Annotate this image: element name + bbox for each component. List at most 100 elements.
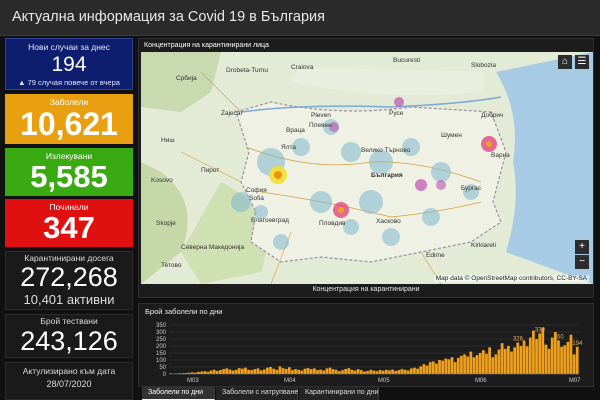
- chart-bar[interactable]: [200, 371, 204, 374]
- chart-bar[interactable]: [419, 366, 423, 374]
- chart-bar[interactable]: [240, 368, 244, 374]
- chart-bar[interactable]: [469, 351, 473, 374]
- chart-bar[interactable]: [406, 370, 410, 375]
- chart-bar[interactable]: [497, 349, 501, 375]
- chart-bar[interactable]: [300, 370, 304, 375]
- chart-bar[interactable]: [572, 354, 576, 374]
- chart-bar[interactable]: [294, 369, 297, 374]
- chart-bar[interactable]: [535, 339, 538, 374]
- chart-bar[interactable]: [413, 367, 416, 374]
- chart-bar[interactable]: [306, 368, 310, 374]
- chart-bar[interactable]: [363, 371, 366, 374]
- map-canvas[interactable]: Србија Bucuresti България Pleven Враца Р…: [141, 52, 593, 284]
- chart-bar[interactable]: [444, 358, 448, 374]
- chart-bar[interactable]: [344, 368, 347, 374]
- chart-bar[interactable]: [253, 369, 257, 374]
- chart-bar[interactable]: [372, 370, 376, 375]
- chart-bar[interactable]: [334, 369, 338, 374]
- chart-bar[interactable]: [438, 360, 441, 374]
- chart-bar[interactable]: [303, 368, 307, 374]
- chart-bar[interactable]: [425, 365, 429, 374]
- chart-bar[interactable]: [403, 369, 407, 374]
- chart-bar[interactable]: [322, 370, 326, 375]
- chart-bar[interactable]: [297, 369, 301, 374]
- chart-bar[interactable]: [560, 346, 563, 374]
- chart-bar[interactable]: [422, 364, 426, 374]
- tab-daily-cases[interactable]: Заболели по дни: [142, 387, 215, 400]
- chart-bar[interactable]: [209, 370, 213, 375]
- chart-bar[interactable]: [456, 357, 460, 374]
- chart-bar[interactable]: [244, 367, 247, 374]
- chart-bar[interactable]: [225, 368, 229, 374]
- chart-bar[interactable]: [510, 351, 513, 374]
- chart-bar[interactable]: [222, 369, 225, 374]
- chart-bar[interactable]: [356, 369, 360, 374]
- chart-bar[interactable]: [366, 370, 369, 374]
- chart-bar[interactable]: [203, 371, 207, 374]
- chart-bar[interactable]: [409, 368, 413, 374]
- chart-bar[interactable]: [381, 370, 385, 374]
- chart-bar[interactable]: [463, 354, 466, 374]
- chart-bar[interactable]: [350, 369, 354, 374]
- chart-bar[interactable]: [478, 353, 482, 374]
- chart-bar[interactable]: [519, 346, 523, 374]
- chart-bar[interactable]: [215, 370, 219, 374]
- chart-bar[interactable]: [231, 370, 235, 375]
- chart-bar[interactable]: [259, 370, 263, 374]
- chart-bar[interactable]: [460, 355, 463, 374]
- chart-bar[interactable]: [237, 368, 241, 374]
- chart-bar[interactable]: [494, 354, 498, 374]
- chart-bar[interactable]: [388, 370, 391, 374]
- list-icon[interactable]: ☰: [575, 55, 589, 69]
- chart-bar[interactable]: [532, 330, 535, 374]
- chart-bar[interactable]: [538, 333, 542, 374]
- zoom-out-button[interactable]: −: [575, 255, 589, 269]
- chart-bar[interactable]: [325, 368, 329, 374]
- chart-bar[interactable]: [544, 344, 548, 374]
- chart-bar[interactable]: [316, 370, 319, 374]
- chart-bar[interactable]: [262, 369, 266, 374]
- chart-bar[interactable]: [516, 342, 520, 375]
- chart-bar[interactable]: [435, 363, 438, 375]
- chart-bar[interactable]: [547, 348, 551, 374]
- chart-bar[interactable]: [525, 346, 529, 374]
- chart-bar[interactable]: [400, 369, 404, 374]
- chart-bar[interactable]: [197, 371, 200, 374]
- chart-bar[interactable]: [250, 370, 254, 374]
- chart-bar[interactable]: [397, 370, 401, 374]
- chart-bar[interactable]: [272, 368, 276, 374]
- chart-bar[interactable]: [513, 347, 516, 374]
- chart-bar[interactable]: [219, 370, 222, 374]
- chart-bar[interactable]: [450, 357, 454, 374]
- chart-bar[interactable]: [234, 369, 238, 374]
- tab-daily-quarantine[interactable]: Карантинирани по дни: [299, 387, 379, 400]
- chart-bar[interactable]: [341, 370, 344, 374]
- chart-bar[interactable]: [550, 337, 554, 374]
- chart-bar[interactable]: [428, 362, 432, 374]
- chart-bar[interactable]: [291, 370, 294, 374]
- chart-bar[interactable]: [338, 371, 341, 374]
- chart-bar[interactable]: [394, 370, 398, 374]
- chart-bar[interactable]: [256, 368, 260, 374]
- chart-bar[interactable]: [453, 362, 457, 374]
- chart-bar[interactable]: [522, 340, 526, 374]
- chart-bar[interactable]: [312, 368, 316, 374]
- chart-bar[interactable]: [557, 340, 560, 374]
- chart-bar[interactable]: [503, 348, 507, 374]
- chart-bar[interactable]: [287, 367, 291, 374]
- chart-bar[interactable]: [269, 367, 272, 374]
- chart-bar[interactable]: [500, 343, 504, 374]
- chart-bar[interactable]: [328, 367, 332, 374]
- chart-bar[interactable]: [319, 369, 322, 374]
- chart-bar[interactable]: [563, 345, 567, 374]
- chart-bar[interactable]: [266, 367, 269, 374]
- chart-bar[interactable]: [472, 357, 476, 374]
- chart-bar[interactable]: [485, 353, 488, 374]
- chart-bar[interactable]: [566, 341, 570, 374]
- chart-bar[interactable]: [384, 369, 388, 374]
- chart-bar[interactable]: [369, 369, 373, 374]
- chart-bar[interactable]: [275, 369, 279, 374]
- chart-bar[interactable]: [481, 350, 485, 374]
- chart-bar[interactable]: [278, 366, 282, 374]
- tab-cumulative-cases[interactable]: Заболели с натрупване: [216, 387, 298, 400]
